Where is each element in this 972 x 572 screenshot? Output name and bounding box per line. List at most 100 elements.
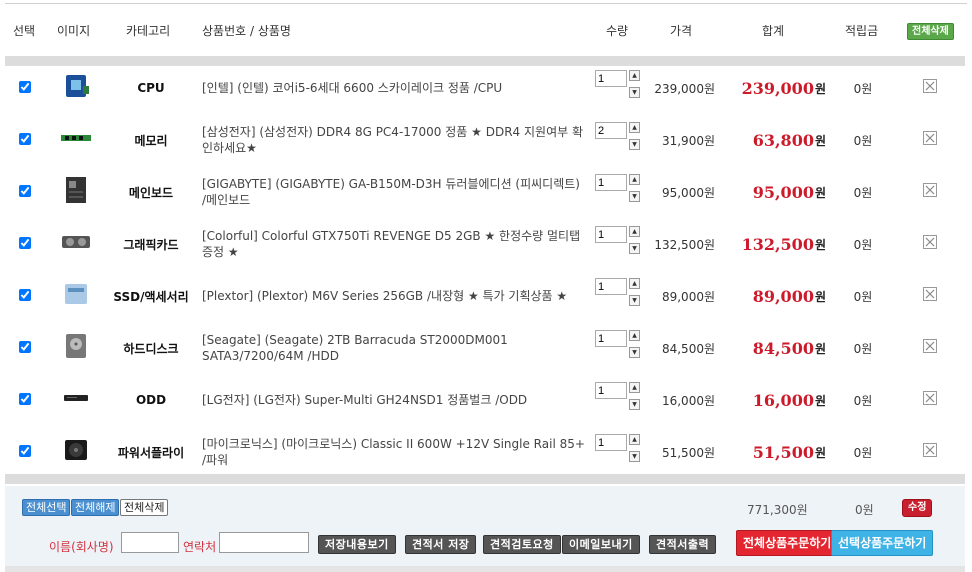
remove-item-icon[interactable] bbox=[923, 183, 937, 197]
item-name[interactable]: [인텔] (인텔) 코어i5-6세대 6600 스카이레이크 정품 /CPU bbox=[202, 62, 586, 114]
quantity-input[interactable] bbox=[595, 330, 627, 347]
item-name[interactable]: [Seagate] (Seagate) 2TB Barracuda ST2000… bbox=[202, 322, 586, 374]
quantity-input[interactable] bbox=[595, 382, 627, 399]
header-qty: 수량 bbox=[606, 24, 629, 38]
quantity-down-icon[interactable]: ▼ bbox=[629, 399, 640, 410]
currency-suffix: 원 bbox=[814, 237, 826, 252]
header-select: 선택 bbox=[13, 24, 36, 38]
item-price: 95,000원 bbox=[661, 185, 715, 200]
quantity-down-icon[interactable]: ▼ bbox=[629, 191, 640, 202]
quantity-up-icon[interactable]: ▲ bbox=[629, 330, 640, 341]
item-checkbox[interactable] bbox=[19, 133, 31, 145]
item-checkbox[interactable] bbox=[19, 237, 31, 249]
delete-selected-button[interactable]: 전체삭제 bbox=[120, 499, 169, 516]
quantity-up-icon[interactable]: ▲ bbox=[629, 226, 640, 237]
quantity-input[interactable] bbox=[595, 278, 627, 295]
delete-all-button[interactable]: 전체삭제 bbox=[907, 23, 954, 40]
item-checkbox[interactable] bbox=[19, 445, 31, 457]
edit-button[interactable]: 수정 bbox=[902, 499, 933, 517]
item-total-value: 63,800 bbox=[752, 130, 814, 150]
print-quote-button[interactable]: 견적서출력 bbox=[649, 535, 717, 554]
currency-suffix: 원 bbox=[814, 133, 826, 148]
currency-suffix: 원 bbox=[814, 81, 826, 96]
item-price: 51,500원 bbox=[661, 445, 715, 460]
request-review-button[interactable]: 견적검토요청 bbox=[483, 535, 561, 554]
quantity-input[interactable] bbox=[595, 70, 627, 87]
cart-footer: 전체선택 전체해제 전체삭제 771,300원 0원 수정 이름(회사명) 연락… bbox=[5, 486, 965, 566]
item-total: 16,000 원 bbox=[720, 374, 826, 426]
quantity-down-icon[interactable]: ▼ bbox=[629, 243, 640, 254]
item-name[interactable]: [GIGABYTE] (GIGABYTE) GA-B150M-D3H 듀러블에디… bbox=[202, 166, 586, 218]
item-name[interactable]: [LG전자] (LG전자) Super-Multi GH24NSD1 정품벌크 … bbox=[202, 374, 586, 426]
item-total-value: 84,500 bbox=[752, 338, 814, 358]
quantity-input[interactable] bbox=[595, 122, 627, 139]
save-quote-button[interactable]: 견적서 저장 bbox=[405, 535, 477, 554]
item-total-value: 51,500 bbox=[752, 442, 814, 462]
quantity-down-icon[interactable]: ▼ bbox=[629, 347, 640, 358]
quantity-up-icon[interactable]: ▲ bbox=[629, 122, 640, 133]
remove-item-icon[interactable] bbox=[923, 339, 937, 353]
quantity-up-icon[interactable]: ▲ bbox=[629, 434, 640, 445]
header-points: 적립금 bbox=[845, 24, 879, 38]
bottom-border bbox=[5, 566, 965, 572]
quantity-stepper: ▲ ▼ bbox=[595, 434, 643, 464]
quantity-up-icon[interactable]: ▲ bbox=[629, 174, 640, 185]
item-checkbox[interactable] bbox=[19, 393, 31, 405]
select-all-button[interactable]: 전체선택 bbox=[22, 499, 71, 516]
name-label: 이름(회사명) bbox=[49, 540, 114, 554]
deselect-all-button[interactable]: 전체해제 bbox=[71, 499, 120, 516]
remove-item-icon[interactable] bbox=[923, 235, 937, 249]
mainboard-icon bbox=[66, 177, 86, 203]
item-checkbox[interactable] bbox=[19, 185, 31, 197]
quantity-stepper: ▲ ▼ bbox=[595, 382, 643, 412]
remove-item-icon[interactable] bbox=[923, 391, 937, 405]
quantity-input[interactable] bbox=[595, 434, 627, 451]
hdd-icon bbox=[66, 334, 86, 358]
quantity-up-icon[interactable]: ▲ bbox=[629, 382, 640, 393]
order-selected-button[interactable]: 선택상품주문하기 bbox=[831, 530, 934, 556]
quantity-up-icon[interactable]: ▲ bbox=[629, 70, 640, 81]
item-price: 239,000원 bbox=[654, 81, 715, 96]
summary-total: 771,300원 bbox=[747, 503, 808, 517]
item-total: 89,000 원 bbox=[720, 270, 826, 322]
cart-row: SSD/액세서리 [Plextor] (Plextor) M6V Series … bbox=[5, 270, 965, 322]
quantity-input[interactable] bbox=[595, 226, 627, 243]
cart-row: ODD [LG전자] (LG전자) Super-Multi GH24NSD1 정… bbox=[5, 374, 965, 426]
quantity-stepper: ▲ ▼ bbox=[595, 330, 643, 360]
cart-row: 파워서플라이 [마이크로닉스] (마이크로닉스) Classic II 600W… bbox=[5, 426, 965, 478]
item-checkbox[interactable] bbox=[19, 341, 31, 353]
contact-input[interactable] bbox=[219, 532, 309, 553]
item-points: 0원 bbox=[853, 445, 873, 460]
quantity-stepper: ▲ ▼ bbox=[595, 174, 643, 204]
item-name[interactable]: [Plextor] (Plextor) M6V Series 256GB /내장… bbox=[202, 270, 586, 322]
quantity-input[interactable] bbox=[595, 174, 627, 191]
remove-item-icon[interactable] bbox=[923, 443, 937, 457]
quantity-down-icon[interactable]: ▼ bbox=[629, 451, 640, 462]
item-checkbox[interactable] bbox=[19, 289, 31, 301]
item-checkbox[interactable] bbox=[19, 81, 31, 93]
item-name[interactable]: [Colorful] Colorful GTX750Ti REVENGE D5 … bbox=[202, 218, 586, 270]
quantity-up-icon[interactable]: ▲ bbox=[629, 278, 640, 289]
view-saved-button[interactable]: 저장내용보기 bbox=[318, 535, 396, 554]
currency-suffix: 원 bbox=[814, 445, 826, 460]
summary-points: 0원 bbox=[855, 503, 874, 517]
quantity-down-icon[interactable]: ▼ bbox=[629, 139, 640, 150]
item-price: 132,500원 bbox=[654, 237, 715, 252]
quantity-stepper: ▲ ▼ bbox=[595, 278, 643, 308]
remove-item-icon[interactable] bbox=[923, 287, 937, 301]
cart-row: 메모리 [삼성전자] (삼성전자) DDR4 8G PC4-17000 정품 ★… bbox=[5, 114, 965, 166]
header-total: 합계 bbox=[762, 24, 785, 38]
item-category: 메인보드 bbox=[128, 185, 174, 200]
item-name[interactable]: [마이크로닉스] (마이크로닉스) Classic II 600W +12V S… bbox=[202, 426, 586, 478]
cart-items: CPU [인텔] (인텔) 코어i5-6세대 6600 스카이레이크 정품 /C… bbox=[5, 62, 965, 478]
order-all-button[interactable]: 전체상품주문하기 bbox=[736, 530, 839, 556]
item-points: 0원 bbox=[853, 341, 873, 356]
quantity-down-icon[interactable]: ▼ bbox=[629, 87, 640, 98]
remove-item-icon[interactable] bbox=[923, 131, 937, 145]
remove-item-icon[interactable] bbox=[923, 79, 937, 93]
quantity-down-icon[interactable]: ▼ bbox=[629, 295, 640, 306]
item-name[interactable]: [삼성전자] (삼성전자) DDR4 8G PC4-17000 정품 ★ DDR… bbox=[202, 114, 586, 166]
contact-label: 연락처 bbox=[183, 540, 217, 554]
send-email-button[interactable]: 이메일보내기 bbox=[562, 535, 640, 554]
name-input[interactable] bbox=[121, 532, 179, 553]
